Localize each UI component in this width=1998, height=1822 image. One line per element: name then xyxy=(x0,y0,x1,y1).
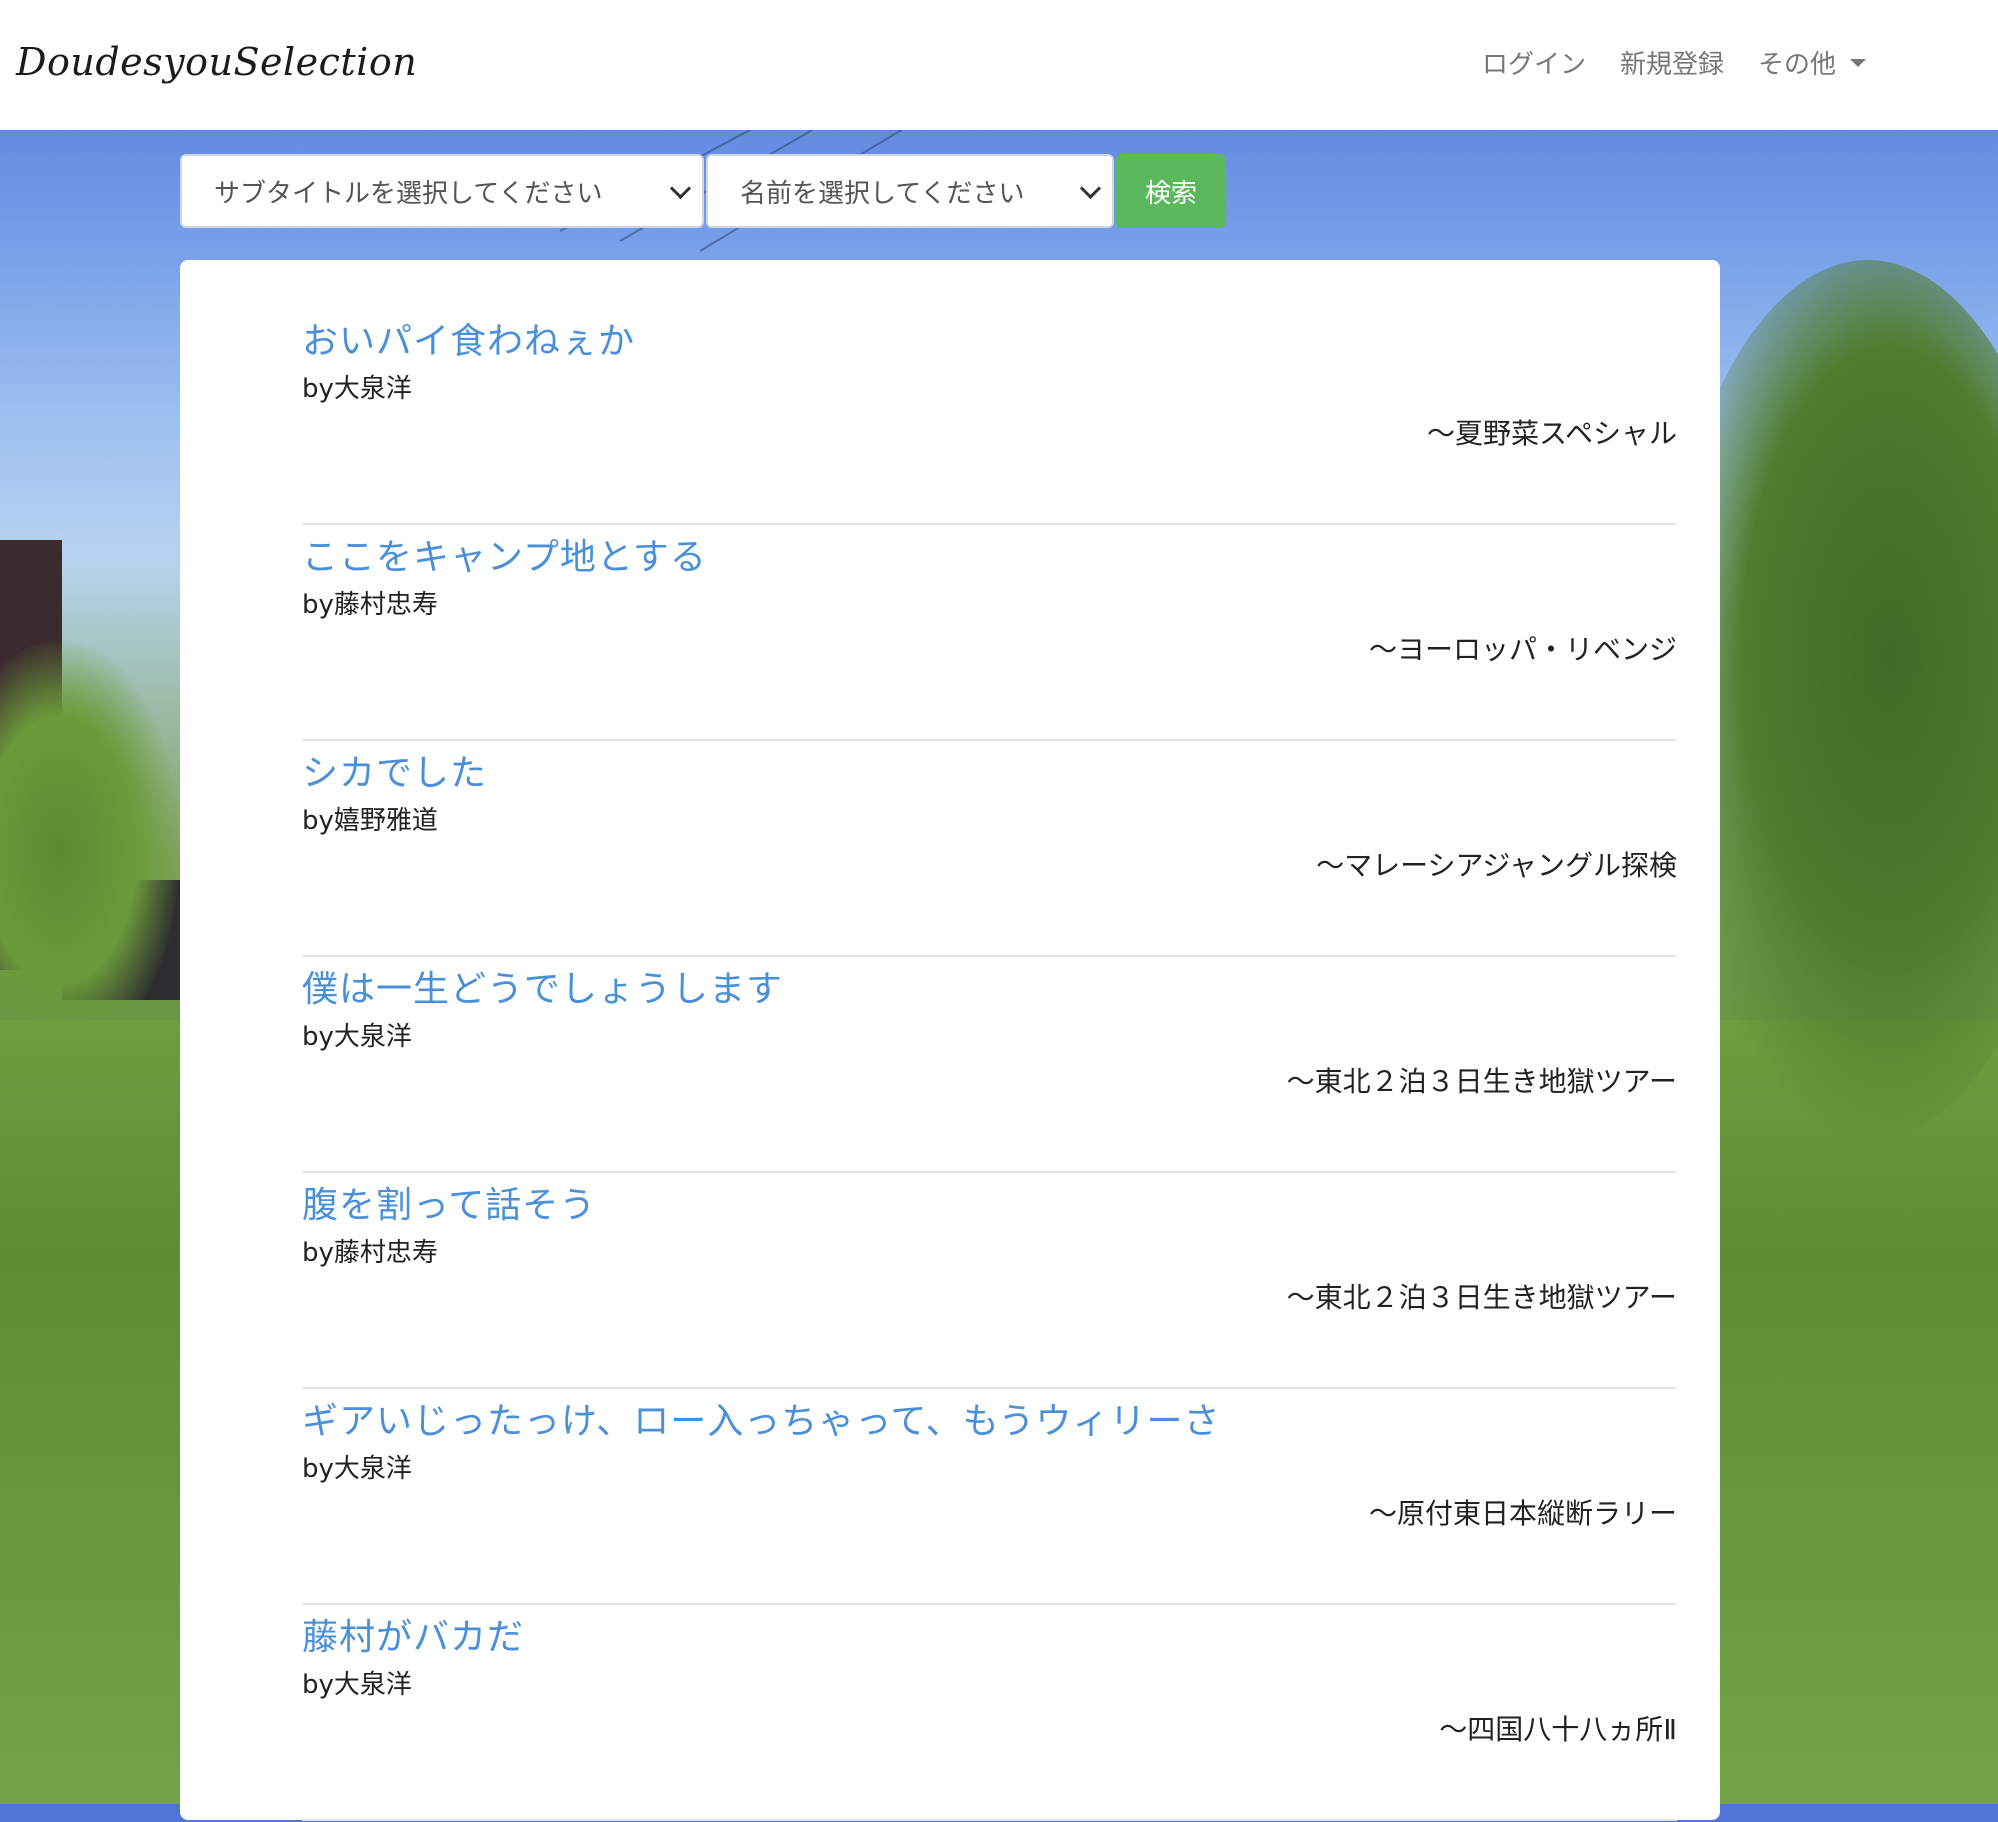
brand-logo[interactable]: DoudesyouSelection xyxy=(16,40,417,84)
quote-title-link[interactable]: シカでした xyxy=(302,744,487,796)
quote-subtitle: 〜東北２泊３日生き地獄ツアー xyxy=(1286,1281,1677,1314)
chevron-down-icon xyxy=(1079,177,1102,199)
quote-list-panel: おいパイ食わねぇか by大泉洋 〜夏野菜スペシャル ここをキャンプ地とする by… xyxy=(180,260,1720,1822)
subtitle-select-value: サブタイトルを選択してください xyxy=(214,178,603,209)
search-form: サブタイトルを選択してください 名前を選択してください 検索 xyxy=(180,154,1226,228)
quote-author: by大泉洋 xyxy=(302,1670,412,1700)
name-select[interactable]: 名前を選択してください xyxy=(706,154,1114,228)
quote-title-link[interactable]: 藤村がバカだ xyxy=(302,1608,524,1660)
list-item: 腹を割って話そう by藤村忠寿 〜東北２泊３日生き地獄ツアー xyxy=(302,1174,1677,1389)
nav-links: ログイン 新規登録 その他 xyxy=(1482,44,1866,81)
quote-subtitle: 〜夏野菜スペシャル xyxy=(1426,417,1677,450)
caret-down-icon xyxy=(1850,58,1866,67)
list-item: 僕は一生どうでしょうします by大泉洋 〜東北２泊３日生き地獄ツアー xyxy=(302,958,1677,1173)
list-item: 藤村がバカだ by大泉洋 〜四国八十八ヵ所Ⅱ xyxy=(302,1606,1677,1821)
register-link[interactable]: 新規登録 xyxy=(1620,44,1724,81)
quote-title-link[interactable]: ギアいじったっけ、ロー入っちゃって、もうウィリーさ xyxy=(302,1392,1221,1444)
quote-author: by大泉洋 xyxy=(302,1022,412,1052)
quote-author: by大泉洋 xyxy=(302,1454,412,1484)
quote-author: by大泉洋 xyxy=(302,374,412,404)
top-navbar: DoudesyouSelection ログイン 新規登録 その他 xyxy=(0,0,1998,130)
other-dropdown[interactable]: その他 xyxy=(1758,44,1866,81)
search-button[interactable]: 検索 xyxy=(1116,154,1226,228)
subtitle-select[interactable]: サブタイトルを選択してください xyxy=(180,154,704,228)
quote-author: by藤村忠寿 xyxy=(302,1238,438,1268)
quote-subtitle: 〜四国八十八ヵ所Ⅱ xyxy=(1439,1713,1677,1746)
list-item: ギアいじったっけ、ロー入っちゃって、もうウィリーさ by大泉洋 〜原付東日本縦断… xyxy=(302,1390,1677,1605)
quote-subtitle: 〜ヨーロッパ・リベンジ xyxy=(1368,633,1677,666)
quote-subtitle: 〜東北２泊３日生き地獄ツアー xyxy=(1286,1065,1677,1098)
quote-title-link[interactable]: 僕は一生どうでしょうします xyxy=(302,960,783,1012)
quote-subtitle: 〜マレーシアジャングル探検 xyxy=(1316,849,1677,882)
other-dropdown-label: その他 xyxy=(1757,50,1836,80)
list-item: おいパイ食わねぇか by大泉洋 〜夏野菜スペシャル xyxy=(302,310,1677,525)
list-item: シカでした by嬉野雅道 〜マレーシアジャングル探検 xyxy=(302,742,1677,957)
login-link[interactable]: ログイン xyxy=(1482,44,1586,81)
quote-subtitle: 〜原付東日本縦断ラリー xyxy=(1368,1497,1677,1530)
quote-title-link[interactable]: おいパイ食わねぇか xyxy=(302,312,635,364)
quote-title-link[interactable]: ここをキャンプ地とする xyxy=(302,528,707,580)
quote-list: おいパイ食わねぇか by大泉洋 〜夏野菜スペシャル ここをキャンプ地とする by… xyxy=(302,310,1677,1822)
name-select-value: 名前を選択してください xyxy=(740,178,1025,209)
quote-title-link[interactable]: 腹を割って話そう xyxy=(302,1176,596,1228)
quote-author: by藤村忠寿 xyxy=(302,590,438,620)
chevron-down-icon xyxy=(669,177,692,199)
list-item: ここをキャンプ地とする by藤村忠寿 〜ヨーロッパ・リベンジ xyxy=(302,526,1677,741)
quote-author: by嬉野雅道 xyxy=(302,806,438,836)
